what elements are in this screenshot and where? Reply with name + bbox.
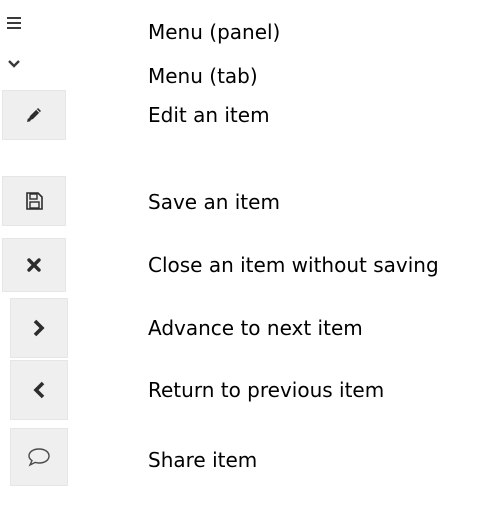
legend-row-close: Close an item without saving	[0, 238, 488, 292]
chevron-down-icon[interactable]	[6, 56, 22, 72]
save-disk-icon	[24, 191, 44, 211]
close-button[interactable]	[2, 238, 66, 292]
share-button[interactable]	[10, 428, 68, 486]
chevron-left-icon	[32, 381, 46, 399]
save-button[interactable]	[2, 176, 66, 226]
legend-row-menu-panel: Menu (panel)	[0, 14, 488, 60]
legend-label: Return to previous item	[148, 378, 385, 402]
close-x-icon	[26, 257, 42, 273]
speech-bubble-icon	[27, 447, 51, 467]
edit-button[interactable]	[2, 90, 66, 140]
next-button[interactable]	[10, 298, 68, 358]
legend-row-save: Save an item	[0, 176, 488, 226]
hamburger-icon[interactable]	[6, 14, 22, 32]
legend-label: Share item	[148, 448, 258, 472]
legend-label: Save an item	[148, 190, 280, 214]
legend-label: Edit an item	[148, 103, 270, 127]
legend-row-edit: Edit an item	[0, 90, 488, 140]
previous-button[interactable]	[10, 360, 68, 420]
legend-row-previous: Return to previous item	[0, 360, 488, 420]
chevron-right-icon	[32, 319, 46, 337]
legend-label: Close an item without saving	[148, 253, 439, 277]
legend-row-next: Advance to next item	[0, 298, 488, 358]
legend-row-share: Share item	[0, 428, 488, 486]
legend-label: Advance to next item	[148, 316, 363, 340]
pencil-icon	[24, 105, 44, 125]
legend-label: Menu (tab)	[148, 64, 258, 88]
legend-label: Menu (panel)	[148, 20, 281, 44]
